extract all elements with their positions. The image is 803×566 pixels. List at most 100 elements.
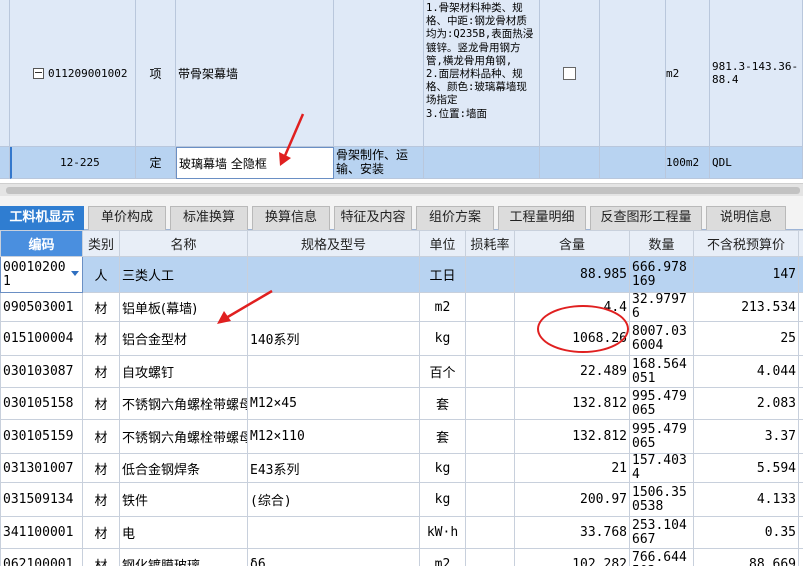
- resource-spec[interactable]: M12×110: [247, 419, 420, 454]
- table-row[interactable]: 000102001 人三类人工 工日 88.985 666.978169 147: [0, 256, 803, 293]
- resource-content[interactable]: 132.812: [514, 387, 630, 420]
- quota-name-input[interactable]: 玻璃幕墙 全隐框: [176, 147, 334, 179]
- resource-spec[interactable]: [247, 355, 420, 388]
- collapse-icon[interactable]: [33, 67, 44, 79]
- resource-loss-rate[interactable]: [465, 321, 515, 356]
- resource-loss-rate[interactable]: [465, 453, 515, 483]
- resource-unit[interactable]: kg: [419, 321, 466, 356]
- resource-quantity[interactable]: 1506.350538: [629, 482, 694, 517]
- tab-description[interactable]: 说明信息: [706, 206, 786, 230]
- tab-unit-price-composition[interactable]: 单价构成: [88, 206, 166, 230]
- resource-content[interactable]: 22.489: [514, 355, 630, 388]
- resource-unit[interactable]: kg: [419, 482, 466, 517]
- resource-quantity[interactable]: 666.978169: [629, 256, 694, 293]
- resource-code[interactable]: 030105158: [0, 387, 83, 420]
- table-row[interactable]: 031301007 材低合金钢焊条 E43系列 kg 21 157.4034 5.594: [0, 453, 803, 483]
- resource-code[interactable]: 031301007: [0, 453, 83, 483]
- column-header-spec[interactable]: 规格及型号: [247, 230, 420, 257]
- qty-expr-cell[interactable]: 981.3-143.36-88.4: [710, 0, 803, 147]
- tab-features-content[interactable]: 特征及内容: [334, 206, 412, 230]
- resource-code[interactable]: 062100001: [0, 548, 83, 566]
- unit-cell[interactable]: m2: [666, 0, 710, 147]
- resource-code[interactable]: 090503001: [0, 292, 83, 322]
- resource-unit[interactable]: kW·h: [419, 516, 466, 549]
- resource-type[interactable]: 材: [82, 419, 120, 454]
- resource-content[interactable]: 88.985: [514, 256, 630, 293]
- table-row[interactable]: 030105158 材不锈钢六角螺栓带螺母 M12×45 套 132.812 995.47…: [0, 387, 803, 420]
- resource-code[interactable]: 030105159: [0, 419, 83, 454]
- bill-type-cell[interactable]: 项: [136, 0, 176, 147]
- tab-conversion-info[interactable]: 换算信息: [252, 206, 330, 230]
- resource-unit[interactable]: m2: [419, 292, 466, 322]
- resource-code[interactable]: 015100004: [0, 321, 83, 356]
- resource-type[interactable]: 材: [82, 516, 120, 549]
- resource-loss-rate[interactable]: [465, 256, 515, 293]
- features-cell[interactable]: [424, 147, 540, 179]
- resource-quantity[interactable]: 995.479065: [629, 419, 694, 454]
- table-row[interactable]: 030103087 材自攻螺钉 百个 22.489 168.564051 4.044: [0, 355, 803, 388]
- resource-type[interactable]: 材: [82, 292, 120, 322]
- scrollbar-thumb[interactable]: [6, 187, 800, 194]
- resource-loss-rate[interactable]: [465, 548, 515, 566]
- resource-type[interactable]: 材: [82, 482, 120, 517]
- resource-price[interactable]: 5.594: [693, 453, 799, 483]
- resource-price[interactable]: 4.133: [693, 482, 799, 517]
- resource-quantity[interactable]: 157.4034: [629, 453, 694, 483]
- resource-spec[interactable]: δ6: [247, 548, 420, 566]
- table-row[interactable]: 030105159 材不锈钢六角螺栓带螺母 M12×110 套 132.812 995.4…: [0, 419, 803, 454]
- resource-unit[interactable]: kg: [419, 453, 466, 483]
- resource-quantity[interactable]: 995.479065: [629, 387, 694, 420]
- resource-spec[interactable]: M12×45: [247, 387, 420, 420]
- tab-pricing-scheme[interactable]: 组价方案: [416, 206, 494, 230]
- column-header-unit[interactable]: 单位: [419, 230, 466, 257]
- resource-code[interactable]: 341100001: [0, 516, 83, 549]
- table-row[interactable]: 062100001材钢化镀膜玻璃δ6m2 102.282766.64450388.…: [0, 548, 803, 566]
- qty-expr-cell[interactable]: QDL: [710, 147, 803, 179]
- resource-price[interactable]: 88.669: [693, 548, 799, 566]
- table-row[interactable]: 031509134 材铁件 (综合) kg 200.97 1506.350538 4.133: [0, 482, 803, 517]
- resource-unit[interactable]: 套: [419, 419, 466, 454]
- resource-loss-rate[interactable]: [465, 516, 515, 549]
- resource-spec[interactable]: 140系列: [247, 321, 420, 356]
- resource-content[interactable]: 21: [514, 453, 630, 483]
- bill-code-cell[interactable]: 011209001002: [10, 0, 136, 147]
- resource-price[interactable]: 2.083: [693, 387, 799, 420]
- resource-spec[interactable]: [247, 516, 420, 549]
- resource-price[interactable]: 4.044: [693, 355, 799, 388]
- resource-price[interactable]: 147: [693, 256, 799, 293]
- resource-type[interactable]: 人: [82, 256, 120, 293]
- resource-name[interactable]: 自攻螺钉: [119, 355, 248, 388]
- resource-type[interactable]: 材: [82, 387, 120, 420]
- resource-price[interactable]: 25: [693, 321, 799, 356]
- resource-price[interactable]: 213.534: [693, 292, 799, 322]
- quota-code-cell[interactable]: 12-225: [10, 147, 136, 179]
- table-row[interactable]: 090503001 材铝单板(幕墙) m2 4.4 32.97976 213.534: [0, 292, 803, 322]
- table-row[interactable]: 015100004 材铝合金型材 140系列 kg 1068.26 8007.036004…: [0, 321, 803, 356]
- resource-price[interactable]: 3.37: [693, 419, 799, 454]
- resource-name[interactable]: 铝合金型材: [119, 321, 248, 356]
- resource-code[interactable]: 030103087: [0, 355, 83, 388]
- column-header-price-excl-tax[interactable]: 不含税预算价: [693, 230, 799, 257]
- resource-unit[interactable]: m2: [419, 548, 466, 566]
- resource-name[interactable]: 低合金钢焊条: [119, 453, 248, 483]
- unit-cell[interactable]: 100m2: [666, 147, 710, 179]
- checkbox-cell[interactable]: [540, 0, 600, 147]
- resource-content[interactable]: 4.4: [514, 292, 630, 322]
- features-cell[interactable]: 1.骨架材料种类、规格、中距:钢龙骨材质均为:Q235B,表面热浸镀锌。竖龙骨用…: [424, 0, 540, 147]
- tab-quantity-detail[interactable]: 工程量明细: [498, 206, 586, 230]
- resource-unit[interactable]: 百个: [419, 355, 466, 388]
- resource-name[interactable]: 电: [119, 516, 248, 549]
- resource-code[interactable]: 000102001: [0, 256, 83, 293]
- column-header-type[interactable]: 类别: [82, 230, 120, 257]
- resource-code[interactable]: 031509134: [0, 482, 83, 517]
- column-header-quantity[interactable]: 数量: [629, 230, 694, 257]
- resource-quantity[interactable]: 32.97976: [629, 292, 694, 322]
- resource-unit[interactable]: 工日: [419, 256, 466, 293]
- resource-spec[interactable]: (综合): [247, 482, 420, 517]
- bill-name-cell[interactable]: 带骨架幕墙: [176, 0, 334, 147]
- column-header-loss-rate[interactable]: 损耗率: [465, 230, 515, 257]
- resource-quantity[interactable]: 8007.036004: [629, 321, 694, 356]
- tab-labor-material-machine[interactable]: 工料机显示: [0, 206, 84, 230]
- resource-type[interactable]: 材: [82, 548, 120, 566]
- resource-content[interactable]: 200.97: [514, 482, 630, 517]
